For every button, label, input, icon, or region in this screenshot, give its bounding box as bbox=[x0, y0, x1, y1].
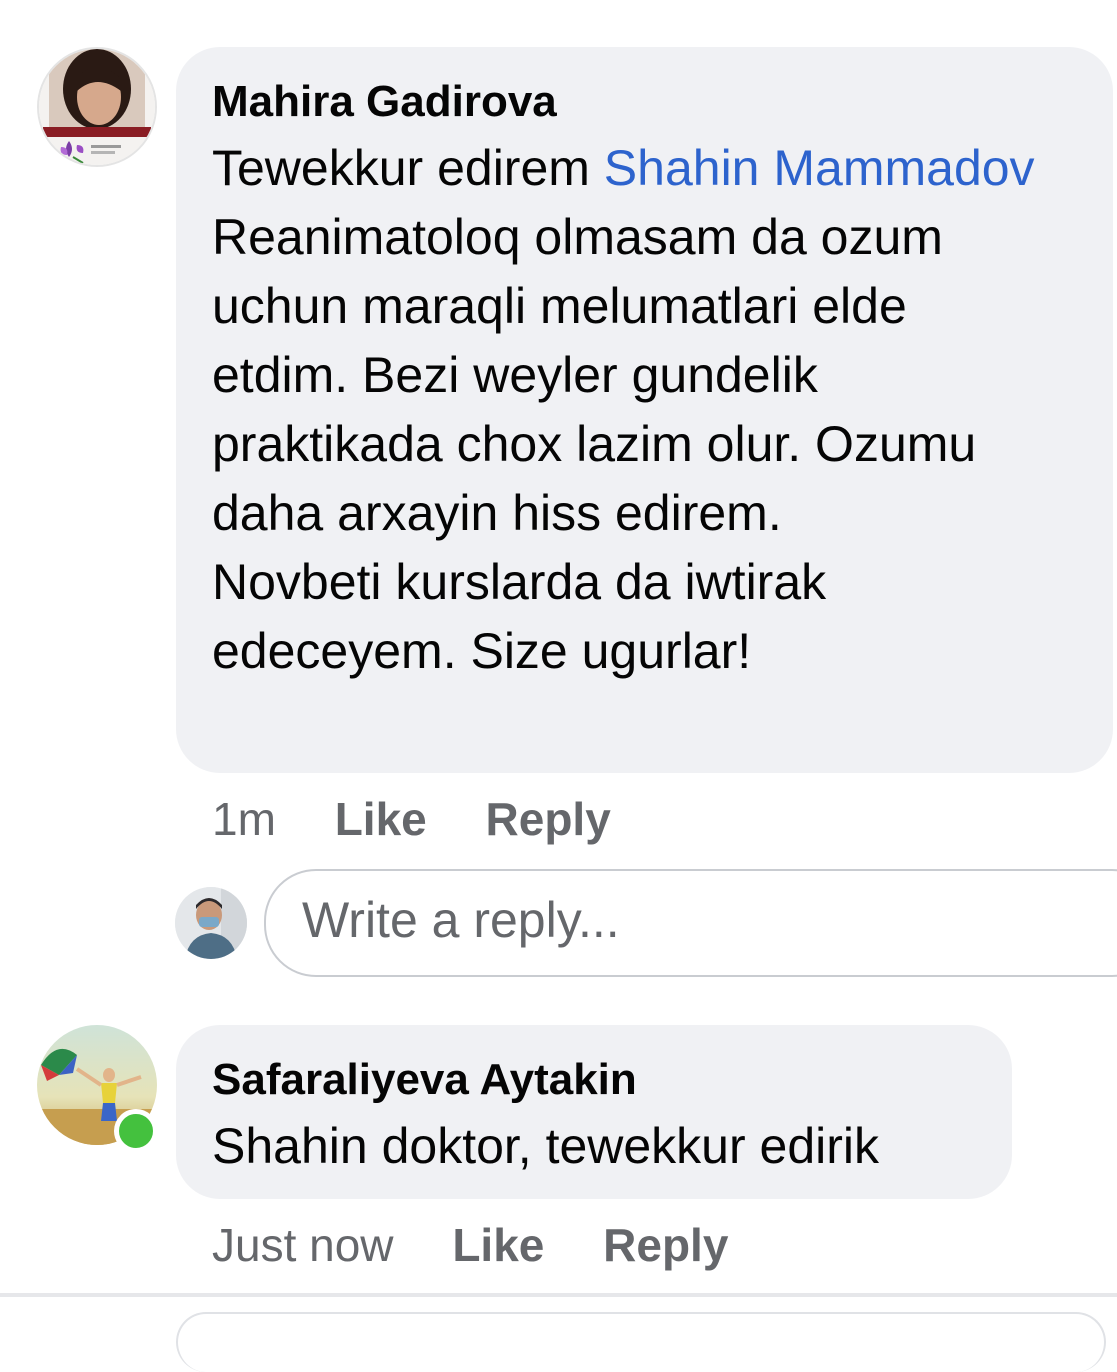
comment-line: etdim. Bezi weyler gundelik bbox=[212, 347, 818, 403]
comment-line: daha arxayin hiss edirem. bbox=[212, 485, 782, 541]
reply-input-box[interactable]: Write a reply... bbox=[264, 869, 1117, 977]
avatar-photo-icon bbox=[39, 49, 155, 165]
comment-meta: 1m Like Reply bbox=[212, 791, 611, 847]
online-status-icon bbox=[114, 1109, 158, 1153]
comment-author-name[interactable]: Mahira Gadirova bbox=[212, 76, 557, 128]
comment-author-name[interactable]: Safaraliyeva Aytakin bbox=[212, 1054, 637, 1106]
comment-line: Reanimatoloq olmasam da ozum bbox=[212, 209, 943, 265]
reply-button[interactable]: Reply bbox=[486, 793, 611, 845]
user-photo-icon bbox=[175, 887, 247, 959]
like-button[interactable]: Like bbox=[335, 793, 427, 845]
comment-text: Tewekkur edirem Shahin Mammadov Reanimat… bbox=[212, 134, 1092, 686]
comment-line: Novbeti kurslarda da iwtirak bbox=[212, 554, 827, 610]
comment-text-prefix: Tewekkur edirem bbox=[212, 140, 604, 196]
next-comment-bubble-edge bbox=[176, 1312, 1106, 1372]
comment-line: edeceyem. Size ugurlar! bbox=[212, 623, 752, 679]
comment-meta: Just now Like Reply bbox=[212, 1217, 728, 1273]
mention-link[interactable]: Shahin Mammadov bbox=[604, 140, 1035, 196]
avatar-mahira[interactable] bbox=[37, 47, 157, 167]
comment-text: Shahin doktor, tewekkur edirik bbox=[212, 1118, 880, 1174]
comment-line: praktikada chox lazim olur. Ozumu bbox=[212, 416, 977, 472]
comment-timestamp[interactable]: Just now bbox=[212, 1219, 394, 1271]
reply-button[interactable]: Reply bbox=[603, 1219, 728, 1271]
comment-timestamp[interactable]: 1m bbox=[212, 793, 276, 845]
current-user-avatar[interactable] bbox=[175, 887, 247, 959]
divider bbox=[0, 1293, 1117, 1297]
comment-line: uchun maraqli melumatlari elde bbox=[212, 278, 907, 334]
like-button[interactable]: Like bbox=[452, 1219, 544, 1271]
reply-input[interactable]: Write a reply... bbox=[302, 891, 620, 949]
